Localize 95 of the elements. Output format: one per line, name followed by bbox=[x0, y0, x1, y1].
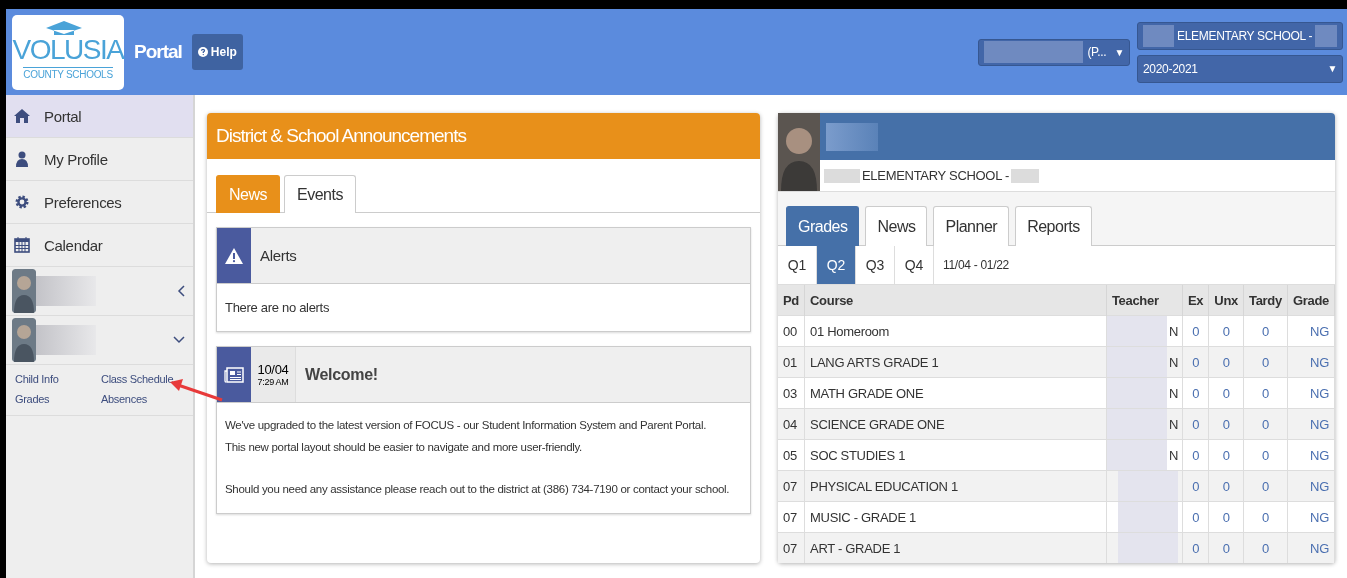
table-cell: N bbox=[1168, 354, 1178, 370]
redaction bbox=[36, 276, 96, 306]
table-cell: 07 bbox=[778, 532, 805, 563]
avatar bbox=[12, 269, 36, 313]
column-header: Grade bbox=[1287, 285, 1335, 316]
post-time: 7:29 AM bbox=[257, 377, 289, 387]
student-link[interactable]: Grades bbox=[15, 393, 101, 405]
redaction bbox=[1106, 316, 1167, 346]
tab[interactable]: Reports bbox=[1015, 206, 1092, 246]
table-cell[interactable]: NG bbox=[1287, 470, 1335, 502]
table-cell[interactable]: 0 bbox=[1182, 346, 1209, 378]
table-cell: ART - GRADE 1 bbox=[804, 532, 1107, 563]
calendar-icon bbox=[14, 237, 30, 253]
table-cell[interactable]: 0 bbox=[1243, 408, 1288, 440]
table-cell: N bbox=[1168, 447, 1178, 463]
redaction bbox=[1315, 24, 1337, 47]
alert-message: There are no alerts bbox=[225, 300, 330, 315]
table-cell[interactable]: 0 bbox=[1182, 470, 1209, 502]
redaction bbox=[1106, 409, 1167, 439]
post-date: 10/04 bbox=[257, 362, 289, 377]
panel-title: District & School Announcements bbox=[207, 113, 760, 159]
tab[interactable]: News bbox=[865, 206, 928, 246]
table-cell[interactable]: 0 bbox=[1243, 346, 1288, 378]
redaction bbox=[826, 122, 878, 151]
card-title: Alerts bbox=[259, 246, 297, 266]
table-cell: 07 bbox=[778, 470, 805, 502]
sidebar-item[interactable]: Portal bbox=[6, 95, 193, 138]
paragraph: Should you need any assistance please reach out to the district at (386) 734-7190 or contact your school. bbox=[225, 483, 731, 495]
gear-icon bbox=[14, 194, 30, 210]
table-cell: 04 bbox=[778, 408, 805, 440]
column-header: Teacher bbox=[1106, 285, 1183, 316]
redaction bbox=[1118, 502, 1178, 532]
table-cell: 01 bbox=[778, 346, 805, 378]
table-cell: LANG ARTS GRADE 1 bbox=[804, 346, 1107, 378]
column-header: Course bbox=[804, 285, 1107, 316]
table-cell[interactable]: NG bbox=[1287, 346, 1335, 378]
table-cell: SCIENCE GRADE ONE bbox=[804, 408, 1107, 440]
tab[interactable]: Events bbox=[284, 175, 356, 213]
redaction bbox=[1118, 533, 1178, 563]
redaction bbox=[1118, 471, 1178, 501]
paragraph: We've upgraded to the latest version of FOCUS - our Student Information System and Parent Portal. bbox=[225, 419, 708, 431]
table-cell[interactable]: 0 bbox=[1243, 470, 1288, 502]
help-icon bbox=[197, 47, 208, 57]
year-select[interactable]: 2020-2021 ▼ bbox=[1137, 54, 1343, 83]
logo[interactable]: VOLUSIA COUNTY SCHOOLS bbox=[12, 14, 124, 90]
sidebar-item[interactable]: My Profile bbox=[6, 138, 193, 181]
redaction bbox=[1106, 440, 1167, 470]
table-cell[interactable]: 0 bbox=[1208, 470, 1244, 502]
date-range: 11/04 - 01/22 bbox=[942, 257, 1009, 274]
avatar bbox=[12, 318, 36, 362]
portal-title: Portal bbox=[134, 41, 182, 63]
sidebar-item[interactable]: Calendar bbox=[6, 224, 193, 267]
table-cell: N bbox=[1168, 385, 1178, 401]
table-cell[interactable]: 0 bbox=[1208, 346, 1244, 378]
table-cell[interactable]: NG bbox=[1287, 532, 1335, 563]
table-cell[interactable]: 0 bbox=[1208, 408, 1244, 440]
tab[interactable]: Grades bbox=[786, 206, 860, 246]
person-icon bbox=[14, 151, 30, 167]
school-select[interactable]: ELEMENTARY SCHOOL - bbox=[1137, 21, 1343, 50]
user-select[interactable]: (P... ▼ bbox=[978, 38, 1130, 66]
graduation-cap-icon bbox=[44, 19, 84, 36]
student-link[interactable]: Child Info bbox=[15, 373, 101, 385]
table-cell: PHYSICAL EDUCATION 1 bbox=[804, 470, 1107, 502]
column-header: Pd bbox=[778, 285, 805, 316]
student-link[interactable]: Absences bbox=[101, 393, 191, 405]
newspaper-icon bbox=[224, 366, 244, 383]
column-header: Unx bbox=[1208, 285, 1244, 316]
table-cell: N bbox=[1168, 323, 1178, 339]
redaction bbox=[824, 168, 860, 183]
tab[interactable]: Planner bbox=[933, 206, 1010, 246]
redaction bbox=[1106, 378, 1167, 408]
paragraph: This new portal layout should be easier to navigate and more user-friendly. bbox=[225, 441, 583, 453]
table-cell: N bbox=[1168, 416, 1178, 432]
card-title: Welcome! bbox=[304, 364, 378, 385]
sidebar-item[interactable]: Preferences bbox=[6, 181, 193, 224]
redaction bbox=[1010, 168, 1039, 183]
home-icon bbox=[14, 109, 30, 123]
redaction bbox=[36, 325, 96, 355]
school-name: ELEMENTARY SCHOOL - bbox=[862, 168, 1009, 183]
quarter-tab[interactable]: Q2 bbox=[817, 246, 856, 284]
help-button[interactable]: Help bbox=[191, 34, 243, 70]
quarter-tab[interactable]: Q1 bbox=[778, 246, 817, 284]
column-header: Tardy bbox=[1243, 285, 1288, 316]
redaction bbox=[1143, 24, 1175, 47]
column-header: Ex bbox=[1182, 285, 1209, 316]
student-link[interactable]: Class Schedule bbox=[101, 373, 191, 385]
table-cell[interactable]: 0 bbox=[1182, 532, 1209, 563]
table-cell[interactable]: 0 bbox=[1208, 532, 1244, 563]
table-cell[interactable]: 0 bbox=[1182, 408, 1209, 440]
chevron-down-icon[interactable] bbox=[173, 336, 185, 344]
warning-icon bbox=[225, 247, 243, 264]
redaction bbox=[1106, 347, 1167, 377]
table-cell[interactable]: NG bbox=[1287, 408, 1335, 440]
chevron-left-icon[interactable] bbox=[177, 285, 185, 297]
table-cell[interactable]: 0 bbox=[1243, 532, 1288, 563]
